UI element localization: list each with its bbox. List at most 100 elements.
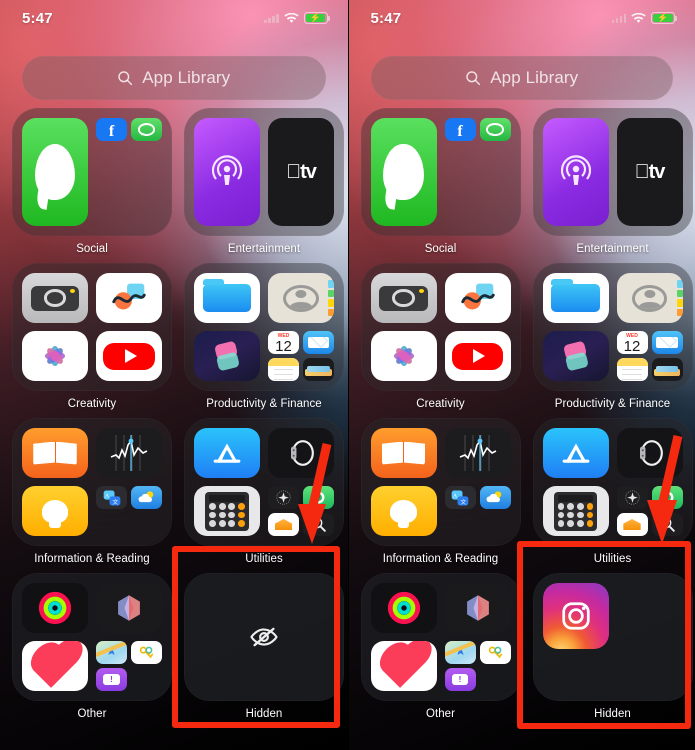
app-icon-contacts[interactable] bbox=[616, 273, 683, 323]
app-icon-weather[interactable] bbox=[131, 486, 162, 509]
app-icon-podcasts[interactable] bbox=[542, 118, 609, 226]
hidden-folder-tile-with-app[interactable] bbox=[532, 573, 693, 701]
category-other[interactable]: ! Other bbox=[360, 573, 521, 720]
folder-tile[interactable]: f bbox=[12, 108, 172, 236]
app-icon-stocks[interactable] bbox=[444, 428, 511, 478]
app-icon-calculator[interactable] bbox=[542, 486, 609, 536]
app-cluster[interactable]: ! bbox=[96, 641, 162, 691]
app-icon-calendar[interactable]: WED 12 bbox=[268, 331, 299, 354]
folder-tile[interactable]: WED 12 bbox=[532, 263, 693, 391]
category-utilities[interactable]: Utilities bbox=[184, 418, 344, 565]
app-icon-passwords[interactable] bbox=[479, 641, 511, 664]
app-icon-app-store[interactable] bbox=[194, 428, 260, 478]
folder-tile[interactable]: tv bbox=[532, 108, 693, 236]
app-icon-calendar[interactable]: WED 12 bbox=[616, 331, 648, 354]
app-icon-photos[interactable] bbox=[370, 331, 437, 381]
category-hidden-right[interactable]: Hidden bbox=[532, 573, 693, 720]
app-icon-messages[interactable] bbox=[370, 118, 437, 226]
app-icon-watch[interactable] bbox=[268, 428, 334, 478]
app-cluster[interactable]: A文 bbox=[96, 486, 162, 536]
app-icon-camera[interactable] bbox=[22, 273, 88, 323]
app-icon-tips[interactable] bbox=[22, 486, 88, 536]
app-icon-notes[interactable] bbox=[268, 358, 299, 381]
app-icon-stocks[interactable] bbox=[96, 428, 162, 478]
app-icon-wallet[interactable] bbox=[651, 358, 683, 381]
app-icon-notes[interactable] bbox=[616, 358, 648, 381]
folder-tile[interactable]: WED 12 bbox=[184, 263, 344, 391]
app-cluster[interactable] bbox=[616, 486, 683, 536]
app-cluster[interactable]: WED 12 bbox=[616, 331, 683, 381]
app-icon-compass[interactable] bbox=[616, 486, 648, 509]
app-cluster[interactable]: f bbox=[444, 118, 511, 168]
app-icon-contacts[interactable] bbox=[268, 273, 334, 323]
app-icon-fitness[interactable] bbox=[22, 583, 88, 633]
app-icon-freeform[interactable] bbox=[444, 273, 511, 323]
app-cluster[interactable]: f bbox=[96, 118, 162, 168]
app-icon-books[interactable] bbox=[370, 428, 437, 478]
category-information-reading[interactable]: A文 Information & Reading bbox=[12, 418, 172, 565]
app-icon-freeform[interactable] bbox=[96, 273, 162, 323]
app-icon-magnifier[interactable] bbox=[303, 513, 334, 536]
app-icon-instagram[interactable] bbox=[542, 583, 609, 649]
app-icon-facebook[interactable]: f bbox=[96, 118, 127, 141]
app-cluster[interactable] bbox=[268, 486, 334, 536]
app-icon-find-my[interactable] bbox=[651, 486, 683, 509]
app-icon-watch[interactable] bbox=[616, 428, 683, 478]
app-icon-health[interactable] bbox=[22, 641, 88, 691]
hidden-folder-tile-empty[interactable] bbox=[184, 573, 344, 701]
app-icon-apple-tv[interactable]: tv bbox=[268, 118, 334, 226]
app-icon-home[interactable] bbox=[616, 513, 648, 536]
app-icon-weather[interactable] bbox=[479, 486, 511, 509]
app-icon-shortcuts[interactable] bbox=[542, 331, 609, 381]
folder-tile[interactable]: tv bbox=[184, 108, 344, 236]
folder-tile[interactable]: ! bbox=[360, 573, 521, 701]
app-icon-translate[interactable]: A文 bbox=[444, 486, 476, 509]
folder-tile[interactable]: A文 bbox=[360, 418, 521, 546]
app-icon-tips[interactable] bbox=[370, 486, 437, 536]
app-icon-mail[interactable] bbox=[303, 331, 334, 354]
category-creativity[interactable]: Creativity bbox=[12, 263, 172, 410]
folder-tile[interactable] bbox=[532, 418, 693, 546]
app-icon-fitness[interactable] bbox=[370, 583, 437, 633]
folder-tile[interactable] bbox=[12, 263, 172, 391]
folder-tile[interactable]: ! bbox=[12, 573, 172, 701]
app-icon-translate[interactable]: A文 bbox=[96, 486, 127, 509]
category-entertainment[interactable]: tv Entertainment bbox=[532, 108, 693, 255]
search-input[interactable]: App Library bbox=[370, 56, 673, 100]
category-social[interactable]: f Social bbox=[360, 108, 521, 255]
app-icon-freeform[interactable] bbox=[96, 583, 162, 633]
app-icon-calculator[interactable] bbox=[194, 486, 260, 536]
app-icon-compass[interactable] bbox=[268, 486, 299, 509]
app-icon-passwords[interactable] bbox=[131, 641, 162, 664]
category-other[interactable]: ! Other bbox=[12, 573, 172, 720]
app-icon-maps[interactable] bbox=[96, 641, 127, 664]
category-utilities[interactable]: Utilities bbox=[532, 418, 693, 565]
category-productivity-finance[interactable]: WED 12 Productivity & Finance bbox=[184, 263, 344, 410]
app-icon-whatsapp[interactable] bbox=[479, 118, 511, 141]
app-icon-books[interactable] bbox=[22, 428, 88, 478]
app-icon-feedback[interactable]: ! bbox=[96, 668, 127, 691]
category-productivity-finance[interactable]: WED 12 Productivity & Finance bbox=[532, 263, 693, 410]
folder-tile[interactable]: A文 bbox=[12, 418, 172, 546]
app-icon-photos[interactable] bbox=[22, 331, 88, 381]
category-hidden-left[interactable]: Hidden bbox=[184, 573, 344, 720]
folder-tile[interactable] bbox=[360, 263, 521, 391]
category-social[interactable]: f Social bbox=[12, 108, 172, 255]
app-icon-camera[interactable] bbox=[370, 273, 437, 323]
app-cluster[interactable]: WED 12 bbox=[268, 331, 334, 381]
app-icon-podcasts[interactable] bbox=[194, 118, 260, 226]
app-icon-maps[interactable] bbox=[444, 641, 476, 664]
app-icon-files[interactable] bbox=[542, 273, 609, 323]
category-creativity[interactable]: Creativity bbox=[360, 263, 521, 410]
app-cluster[interactable]: ! bbox=[444, 641, 511, 691]
category-information-reading[interactable]: A文 Information & Reading bbox=[360, 418, 521, 565]
app-icon-files[interactable] bbox=[194, 273, 260, 323]
app-icon-home[interactable] bbox=[268, 513, 299, 536]
app-icon-youtube[interactable] bbox=[96, 331, 162, 381]
app-cluster[interactable]: A文 bbox=[444, 486, 511, 536]
app-icon-mail[interactable] bbox=[651, 331, 683, 354]
app-icon-health[interactable] bbox=[370, 641, 437, 691]
app-icon-youtube[interactable] bbox=[444, 331, 511, 381]
folder-tile[interactable]: f bbox=[360, 108, 521, 236]
app-icon-app-store[interactable] bbox=[542, 428, 609, 478]
